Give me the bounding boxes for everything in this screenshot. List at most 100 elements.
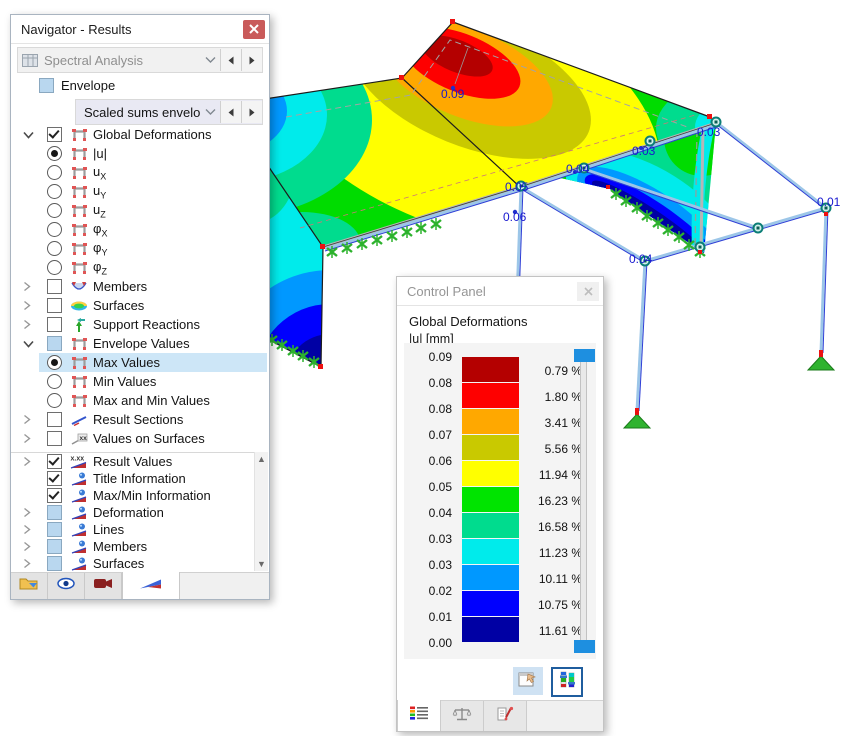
radio-z[interactable]: [47, 260, 62, 275]
expand-closed-icon[interactable]: [23, 414, 40, 425]
checkbox-members[interactable]: [47, 279, 62, 294]
expand-closed-icon[interactable]: [23, 541, 40, 552]
tree-item-lines[interactable]: Lines: [11, 521, 254, 538]
tab-color-scale[interactable]: [397, 700, 441, 731]
expand-open-icon[interactable]: [23, 340, 40, 348]
flag-icon: [68, 471, 90, 486]
tree-item-y[interactable]: φY: [11, 239, 267, 258]
tree-item-max-and-min-values[interactable]: Max and Min Values: [11, 391, 267, 410]
legend-tick-label: 0.08: [428, 402, 452, 416]
frame-icon: [68, 146, 90, 161]
radio-u[interactable]: [47, 146, 62, 161]
tree-item-members[interactable]: Members: [11, 277, 267, 296]
tree-item-result-values[interactable]: x.xx Result Values: [11, 453, 254, 470]
tree-item-surfaces[interactable]: Surfaces: [11, 555, 254, 572]
radio-x[interactable]: [47, 222, 62, 237]
tree-item-label: Title Information: [93, 471, 186, 486]
close-icon[interactable]: [243, 19, 265, 39]
envelope-dropdown[interactable]: Scaled sums envelope: [75, 99, 263, 125]
checkbox-envelope-values[interactable]: [47, 336, 62, 351]
frame-icon: [68, 374, 90, 389]
tree-item-uz[interactable]: uZ: [11, 201, 267, 220]
tab-results[interactable]: [122, 572, 180, 599]
navigator-titlebar[interactable]: Navigator - Results: [11, 15, 269, 44]
expand-closed-icon[interactable]: [23, 524, 40, 535]
analysis-dropdown[interactable]: Spectral Analysis: [17, 47, 263, 73]
prev-case-button[interactable]: [220, 49, 241, 71]
checkbox-support-reactions[interactable]: [47, 317, 62, 332]
tab-views[interactable]: [85, 573, 122, 599]
wedge-icon: [138, 576, 164, 596]
scrollbar[interactable]: ▲ ▼: [254, 452, 268, 571]
scale-slider-handle-top[interactable]: [574, 349, 595, 362]
radio-ux[interactable]: [47, 165, 62, 180]
expand-closed-icon[interactable]: [23, 558, 40, 569]
tree-item-result-sections[interactable]: Result Sections: [11, 410, 267, 429]
scroll-down-icon[interactable]: ▼: [257, 557, 266, 571]
radio-uz[interactable]: [47, 203, 62, 218]
checkbox-global-deformations[interactable]: [47, 127, 62, 142]
scroll-up-icon[interactable]: ▲: [257, 452, 266, 466]
checkbox-lines[interactable]: [47, 522, 62, 537]
control-panel-tabbar: [397, 700, 603, 731]
checkbox-members[interactable]: [47, 539, 62, 554]
tree-item-ux[interactable]: uX: [11, 163, 267, 182]
frame-icon: [68, 184, 90, 199]
next-envelope-button[interactable]: [241, 101, 262, 123]
tree-item-uy[interactable]: uY: [11, 182, 267, 201]
tree-item-global-deformations[interactable]: Global Deformations: [11, 125, 267, 144]
color-scale-options-button[interactable]: [551, 667, 583, 697]
radio-max-values[interactable]: [47, 355, 62, 370]
tab-data[interactable]: [11, 573, 48, 599]
expand-closed-icon[interactable]: [23, 319, 40, 330]
tree-item-envelope-values[interactable]: Envelope Values: [11, 334, 267, 353]
tree-item-values-on-surfaces[interactable]: xx Values on Surfaces: [11, 429, 267, 448]
checkbox-deformation[interactable]: [47, 505, 62, 520]
expand-open-icon[interactable]: [23, 131, 40, 139]
scale-slider-handle-bottom[interactable]: [574, 640, 595, 653]
prev-envelope-button[interactable]: [220, 101, 241, 123]
checkbox-title-information[interactable]: [47, 471, 62, 486]
expand-closed-icon[interactable]: [23, 456, 40, 467]
tree-item-min-values[interactable]: Min Values: [11, 372, 267, 391]
expand-closed-icon[interactable]: [23, 433, 40, 444]
panel-options-button[interactable]: [513, 667, 543, 695]
radio-uy[interactable]: [47, 184, 62, 199]
checkbox-surfaces[interactable]: [47, 556, 62, 571]
checkbox-max-min-information[interactable]: [47, 488, 62, 503]
chevron-down-icon[interactable]: [200, 108, 220, 116]
tree-item-members[interactable]: Members: [11, 538, 254, 555]
checkbox-result-sections[interactable]: [47, 412, 62, 427]
tree-item-surfaces[interactable]: Surfaces: [11, 296, 267, 315]
tree-item-max-values[interactable]: Max Values: [11, 353, 267, 372]
chevron-down-icon[interactable]: [200, 56, 220, 64]
tab-factors[interactable]: [441, 701, 484, 731]
tab-display[interactable]: [48, 573, 85, 599]
tree-item-u[interactable]: |u|: [11, 144, 267, 163]
expand-closed-icon[interactable]: [23, 507, 40, 518]
tree-item-title-information[interactable]: Title Information: [11, 470, 254, 487]
radio-y[interactable]: [47, 241, 62, 256]
tree-item-z[interactable]: φZ: [11, 258, 267, 277]
tab-filter[interactable]: [484, 701, 527, 731]
node-value-label: 0.05: [505, 180, 529, 194]
envelope-checkbox[interactable]: [39, 77, 54, 93]
tree-item-support-reactions[interactable]: Support Reactions: [11, 315, 267, 334]
support-icon: [68, 317, 90, 333]
radio-max-and-min-values[interactable]: [47, 393, 62, 408]
flag-icon: [68, 488, 90, 503]
next-case-button[interactable]: [241, 49, 262, 71]
envelope-row[interactable]: Envelope: [39, 75, 115, 95]
checkbox-surfaces[interactable]: [47, 298, 62, 313]
expand-closed-icon[interactable]: [23, 281, 40, 292]
tree-item-x[interactable]: φX: [11, 220, 267, 239]
scale-slider-track[interactable]: [580, 355, 587, 647]
expand-closed-icon[interactable]: [23, 300, 40, 311]
close-icon[interactable]: [577, 281, 599, 301]
tree-item-max-min-information[interactable]: Max/Min Information: [11, 487, 254, 504]
checkbox-values-on-surfaces[interactable]: [47, 431, 62, 446]
checkbox-result-values[interactable]: [47, 454, 62, 469]
radio-min-values[interactable]: [47, 374, 62, 389]
control-panel-titlebar[interactable]: Control Panel: [397, 277, 603, 306]
tree-item-deformation[interactable]: Deformation: [11, 504, 254, 521]
